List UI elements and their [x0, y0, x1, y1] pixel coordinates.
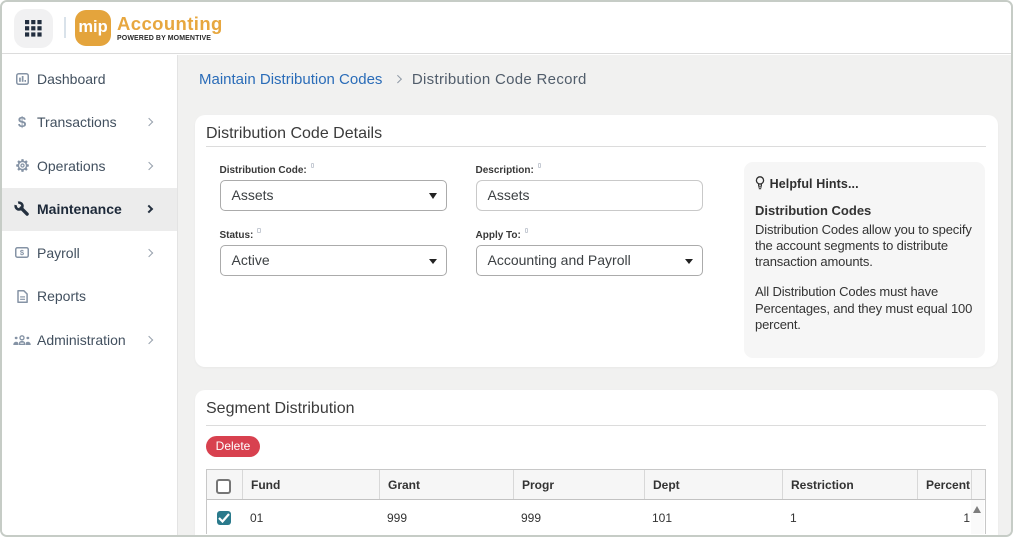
svg-text:$: $	[20, 248, 25, 257]
